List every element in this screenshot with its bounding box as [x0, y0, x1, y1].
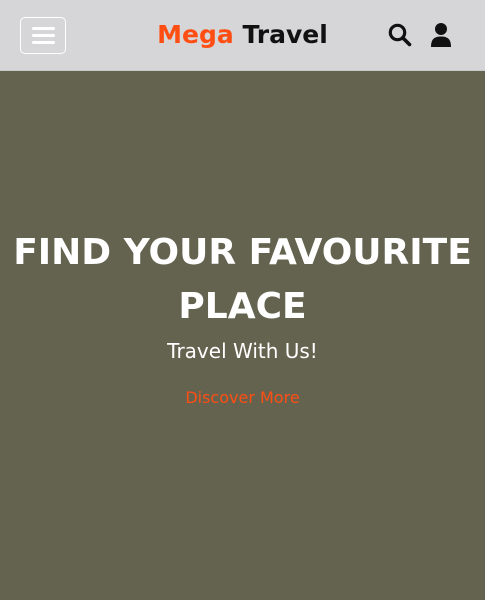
- hero-subtitle: Travel With Us!: [167, 339, 318, 363]
- user-account-button[interactable]: [428, 22, 454, 48]
- search-button[interactable]: [387, 22, 413, 48]
- brand-name-first: Mega: [157, 20, 234, 49]
- user-icon: [431, 23, 451, 47]
- brand-link[interactable]: Mega Travel: [157, 20, 328, 49]
- top-navbar: Mega Travel: [0, 0, 485, 71]
- discover-more-link[interactable]: Discover More: [185, 388, 299, 407]
- hero-title: FIND YOUR FAVOURITE PLACE: [13, 232, 472, 327]
- menu-toggle-button[interactable]: [20, 17, 66, 54]
- brand-name-second: Travel: [242, 20, 328, 49]
- search-icon: [388, 23, 412, 47]
